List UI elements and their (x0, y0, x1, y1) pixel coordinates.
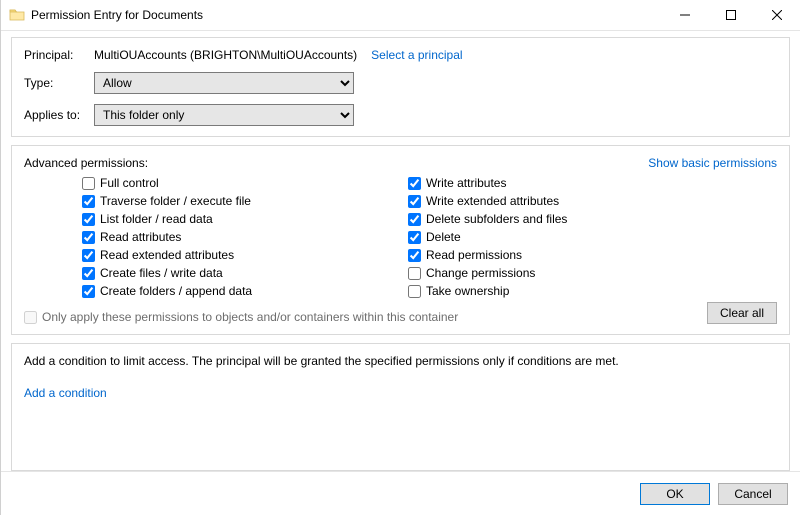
permission-item[interactable]: Change permissions (408, 264, 567, 282)
permission-item[interactable]: Create files / write data (82, 264, 408, 282)
permission-label: Write attributes (426, 176, 506, 190)
applies-label: Applies to: (24, 108, 94, 122)
advanced-permissions-panel: Advanced permissions: Show basic permiss… (11, 145, 790, 335)
principal-row: Principal: MultiOUAccounts (BRIGHTON\Mul… (24, 48, 777, 62)
cancel-button[interactable]: Cancel (718, 483, 788, 505)
permission-label: Create folders / append data (100, 284, 252, 298)
permission-item[interactable]: Read permissions (408, 246, 567, 264)
permission-checkbox[interactable] (82, 213, 95, 226)
close-button[interactable] (754, 0, 800, 30)
permission-label: Delete subfolders and files (426, 212, 567, 226)
content-area: Principal: MultiOUAccounts (BRIGHTON\Mul… (1, 30, 800, 471)
permission-checkbox[interactable] (82, 231, 95, 244)
permission-checkbox[interactable] (82, 285, 95, 298)
permission-checkbox[interactable] (82, 177, 95, 190)
permission-checkbox[interactable] (408, 249, 421, 262)
permission-checkbox[interactable] (408, 285, 421, 298)
permission-label: Take ownership (426, 284, 509, 298)
permission-label: Write extended attributes (426, 194, 559, 208)
show-basic-link[interactable]: Show basic permissions (648, 156, 777, 170)
header-panel: Principal: MultiOUAccounts (BRIGHTON\Mul… (11, 37, 790, 137)
permission-item[interactable]: Create folders / append data (82, 282, 408, 300)
permission-checkbox[interactable] (408, 195, 421, 208)
window-title: Permission Entry for Documents (31, 8, 662, 22)
permission-label: Read permissions (426, 248, 522, 262)
permission-checkbox[interactable] (408, 177, 421, 190)
conditions-panel: Add a condition to limit access. The pri… (11, 343, 790, 471)
folder-icon (9, 7, 25, 23)
principal-value: MultiOUAccounts (BRIGHTON\MultiOUAccount… (94, 48, 357, 62)
permission-label: Read extended attributes (100, 248, 234, 262)
permission-item[interactable]: Delete subfolders and files (408, 210, 567, 228)
permission-checkbox[interactable] (82, 267, 95, 280)
maximize-button[interactable] (708, 0, 754, 30)
select-principal-link[interactable]: Select a principal (371, 48, 462, 62)
add-condition-link[interactable]: Add a condition (24, 386, 107, 400)
permissions-column-right: Write attributes Write extended attribute… (408, 174, 567, 300)
permissions-columns: Full control Traverse folder / execute fi… (24, 174, 777, 300)
clear-all-button[interactable]: Clear all (707, 302, 777, 324)
type-label: Type: (24, 76, 94, 90)
permission-label: Create files / write data (100, 266, 223, 280)
advanced-header: Advanced permissions: Show basic permiss… (24, 156, 777, 170)
permission-checkbox[interactable] (82, 195, 95, 208)
permission-item[interactable]: Delete (408, 228, 567, 246)
permission-item[interactable]: Write attributes (408, 174, 567, 192)
permission-label: Full control (100, 176, 159, 190)
permission-label: List folder / read data (100, 212, 213, 226)
minimize-button[interactable] (662, 0, 708, 30)
titlebar: Permission Entry for Documents (1, 0, 800, 30)
permission-checkbox[interactable] (408, 231, 421, 244)
principal-label: Principal: (24, 48, 94, 62)
permission-item[interactable]: Read attributes (82, 228, 408, 246)
ok-button[interactable]: OK (640, 483, 710, 505)
permission-checkbox[interactable] (82, 249, 95, 262)
permission-item[interactable]: Take ownership (408, 282, 567, 300)
type-select[interactable]: Allow (94, 72, 354, 94)
permission-label: Traverse folder / execute file (100, 194, 251, 208)
permission-label: Change permissions (426, 266, 535, 280)
advanced-heading: Advanced permissions: (24, 156, 148, 170)
permission-checkbox[interactable] (408, 267, 421, 280)
applies-select[interactable]: This folder only (94, 104, 354, 126)
condition-description: Add a condition to limit access. The pri… (24, 354, 777, 368)
permission-item[interactable]: Traverse folder / execute file (82, 192, 408, 210)
permissions-column-left: Full control Traverse folder / execute fi… (82, 174, 408, 300)
permission-item[interactable]: Full control (82, 174, 408, 192)
dialog-footer: OK Cancel (1, 471, 800, 515)
permission-checkbox[interactable] (408, 213, 421, 226)
only-apply-checkbox (24, 311, 37, 324)
permission-entry-window: Permission Entry for Documents Principal… (0, 0, 800, 515)
permission-label: Read attributes (100, 230, 181, 244)
window-controls (662, 0, 800, 30)
applies-row: Applies to: This folder only (24, 104, 777, 126)
permission-item[interactable]: Read extended attributes (82, 246, 408, 264)
type-row: Type: Allow (24, 72, 777, 94)
permission-item[interactable]: List folder / read data (82, 210, 408, 228)
permission-label: Delete (426, 230, 461, 244)
only-apply-label: Only apply these permissions to objects … (42, 310, 458, 324)
permission-item[interactable]: Write extended attributes (408, 192, 567, 210)
